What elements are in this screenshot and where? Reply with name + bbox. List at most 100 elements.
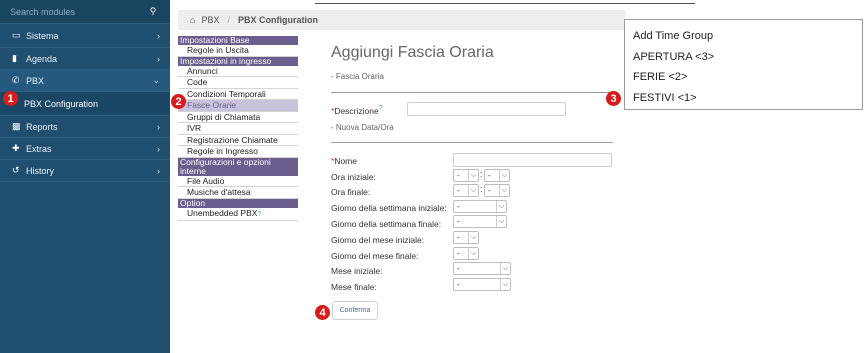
menu-item-file-audio[interactable]: File Audio: [178, 176, 298, 187]
menu-item-label: Unembedded PBX: [187, 207, 258, 218]
help-icon: ?: [378, 105, 383, 112]
giorno-settimana-iniziale-select[interactable]: - ⌵: [453, 200, 507, 213]
time-colon: :: [480, 184, 483, 194]
menu-header: Impostazioni Base: [178, 36, 298, 45]
chevron-down-icon: ⌵: [468, 248, 478, 259]
ora-iniziale-minute-select[interactable]: - ⌵: [484, 169, 510, 182]
chevron-down-icon: ⌵: [500, 279, 510, 290]
sidebar-item-pbx-configuration[interactable]: PBX Configuration: [0, 92, 170, 116]
confirm-button[interactable]: Conferma: [332, 301, 378, 320]
field-label: Nome: [334, 156, 357, 166]
divider: [331, 142, 613, 143]
giorno-mese-finale-select[interactable]: - ⌵: [453, 247, 479, 260]
sidebar-item-sistema[interactable]: ▭ Sistema ›: [0, 24, 170, 48]
mese-iniziale-label: Mese iniziale:: [331, 266, 383, 276]
sidebar-item-reports[interactable]: ▩ Reports ›: [0, 116, 170, 138]
chevron-down-icon: ⌄: [152, 75, 160, 85]
section-fascia-oraria: - Fascia Oraria: [331, 72, 384, 81]
menu-item-fasce-orarie[interactable]: Fasce Orarie: [178, 100, 298, 112]
chevron-down-icon: ⌵: [496, 216, 506, 227]
chart-icon: ▩: [12, 121, 21, 131]
breadcrumb-current: PBX Configuration: [237, 15, 318, 25]
help-icon: ?: [257, 210, 262, 218]
giorno-settimana-finale-label: Giorno della settimana finale:: [331, 219, 442, 229]
laptop-icon: ▭: [12, 30, 21, 40]
divider: [315, 3, 695, 4]
nome-label: *Nome: [331, 156, 357, 166]
search-bar[interactable]: Search modules ⚲: [0, 0, 170, 24]
chevron-down-icon: ⌵: [499, 170, 509, 181]
select-value: -: [457, 280, 460, 289]
page-title: Aggiungi Fascia Oraria: [331, 44, 494, 61]
chevron-right-icon: ›: [157, 30, 160, 41]
ora-finale-minute-select[interactable]: - ⌵: [484, 184, 510, 197]
time-group-dropdown: Add Time Group APERTURA <3> FERIE <2> FE…: [624, 19, 863, 110]
sidebar-item-label: Reports: [26, 121, 58, 132]
chevron-right-icon: ›: [157, 143, 160, 154]
select-value: -: [488, 171, 491, 180]
menu-item-condizioni-temporali[interactable]: Condizioni Temporali: [178, 89, 298, 100]
chevron-down-icon: ⌵: [468, 232, 478, 243]
divider: [331, 92, 613, 93]
time-colon: :: [480, 169, 483, 179]
menu-item-regole-ingresso[interactable]: Regole in Ingresso: [178, 146, 298, 158]
menu-item-annunci[interactable]: Annunci: [178, 66, 298, 77]
breadcrumb-root[interactable]: PBX: [201, 15, 219, 25]
menu-item-ivr[interactable]: IVR: [178, 123, 298, 135]
ora-iniziale-hour-select[interactable]: - ⌵: [453, 169, 479, 182]
sidebar-item-label: Sistema: [26, 30, 59, 41]
mese-finale-select[interactable]: - ⌵: [453, 278, 511, 291]
sidebar-item-history[interactable]: ↺ History ›: [0, 160, 170, 182]
field-label: Descrizione: [334, 105, 379, 116]
sidebar-item-label: Agenda: [26, 53, 58, 64]
sidebar-item-extras[interactable]: ✚ Extras ›: [0, 138, 170, 160]
menu-item-regole-uscita[interactable]: Regole in Uscita: [178, 45, 298, 57]
home-icon[interactable]: ⌂: [190, 15, 195, 25]
select-value: -: [457, 202, 460, 211]
step-marker-2: 2: [171, 94, 186, 109]
nome-input[interactable]: [453, 153, 612, 167]
ora-finale-hour-select[interactable]: - ⌵: [453, 184, 479, 197]
sidebar: Search modules ⚲ ▭ Sistema › ▮ Agenda › …: [0, 0, 170, 353]
menu-item-code[interactable]: Code: [178, 77, 298, 89]
dropdown-option-festivi[interactable]: FESTIVI <1>: [633, 88, 862, 109]
dropdown-option-apertura[interactable]: APERTURA <3>: [633, 47, 862, 68]
dropdown-option-ferie[interactable]: FERIE <2>: [633, 67, 862, 88]
ora-iniziale-label: Ora iniziale:: [331, 172, 376, 182]
select-value: -: [457, 233, 460, 242]
chevron-down-icon: ⌵: [468, 185, 478, 196]
descrizione-input[interactable]: [407, 102, 566, 116]
menu-item-gruppi-chiamata[interactable]: Gruppi di Chiamata: [178, 112, 298, 123]
giorno-mese-iniziale-label: Giorno del mese iniziale:: [331, 235, 425, 245]
sidebar-item-label: PBX Configuration: [24, 98, 99, 109]
chevron-down-icon: ⌵: [496, 201, 506, 212]
dropdown-option-add-time-group[interactable]: Add Time Group: [633, 26, 862, 47]
history-icon: ↺: [12, 165, 20, 175]
search-icon[interactable]: ⚲: [146, 6, 160, 17]
menu-header: Option: [178, 198, 298, 208]
book-icon: ▮: [12, 53, 17, 63]
step-marker-1: 1: [3, 91, 18, 106]
menu-item-musiche-attesa[interactable]: Musiche d'attesa: [178, 187, 298, 199]
mese-iniziale-select[interactable]: - ⌵: [453, 262, 511, 275]
ora-finale-label: Ora finale:: [331, 187, 371, 197]
sidebar-item-label: History: [26, 165, 55, 176]
giorno-mese-iniziale-select[interactable]: - ⌵: [453, 231, 479, 244]
giorno-settimana-finale-select[interactable]: - ⌵: [453, 215, 507, 228]
menu-item-unembedded-pbx[interactable]: Unembedded PBX?: [178, 207, 298, 221]
sidebar-item-pbx[interactable]: ✆ PBX ⌄: [0, 70, 170, 92]
sidebar-item-label: Extras: [26, 143, 52, 154]
giorno-settimana-iniziale-label: Giorno della settimana iniziale:: [331, 203, 447, 213]
sidebar-item-agenda[interactable]: ▮ Agenda ›: [0, 48, 170, 70]
step-marker-4: 4: [315, 305, 330, 320]
select-value: -: [457, 264, 460, 273]
menu-item-registrazione-chiamate[interactable]: Registrazione Chiamate: [178, 135, 298, 146]
sidebar-item-label: PBX: [26, 75, 45, 86]
pbx-menu: Impostazioni Base Regole in Uscita Impos…: [178, 36, 298, 221]
search-input[interactable]: Search modules: [10, 7, 146, 17]
chevron-right-icon: ›: [157, 53, 160, 64]
select-value: -: [457, 186, 460, 195]
menu-header: Configurazioni e opzioni interne: [178, 157, 298, 176]
phone-icon: ✆: [12, 75, 20, 85]
plus-icon: ✚: [12, 143, 20, 153]
